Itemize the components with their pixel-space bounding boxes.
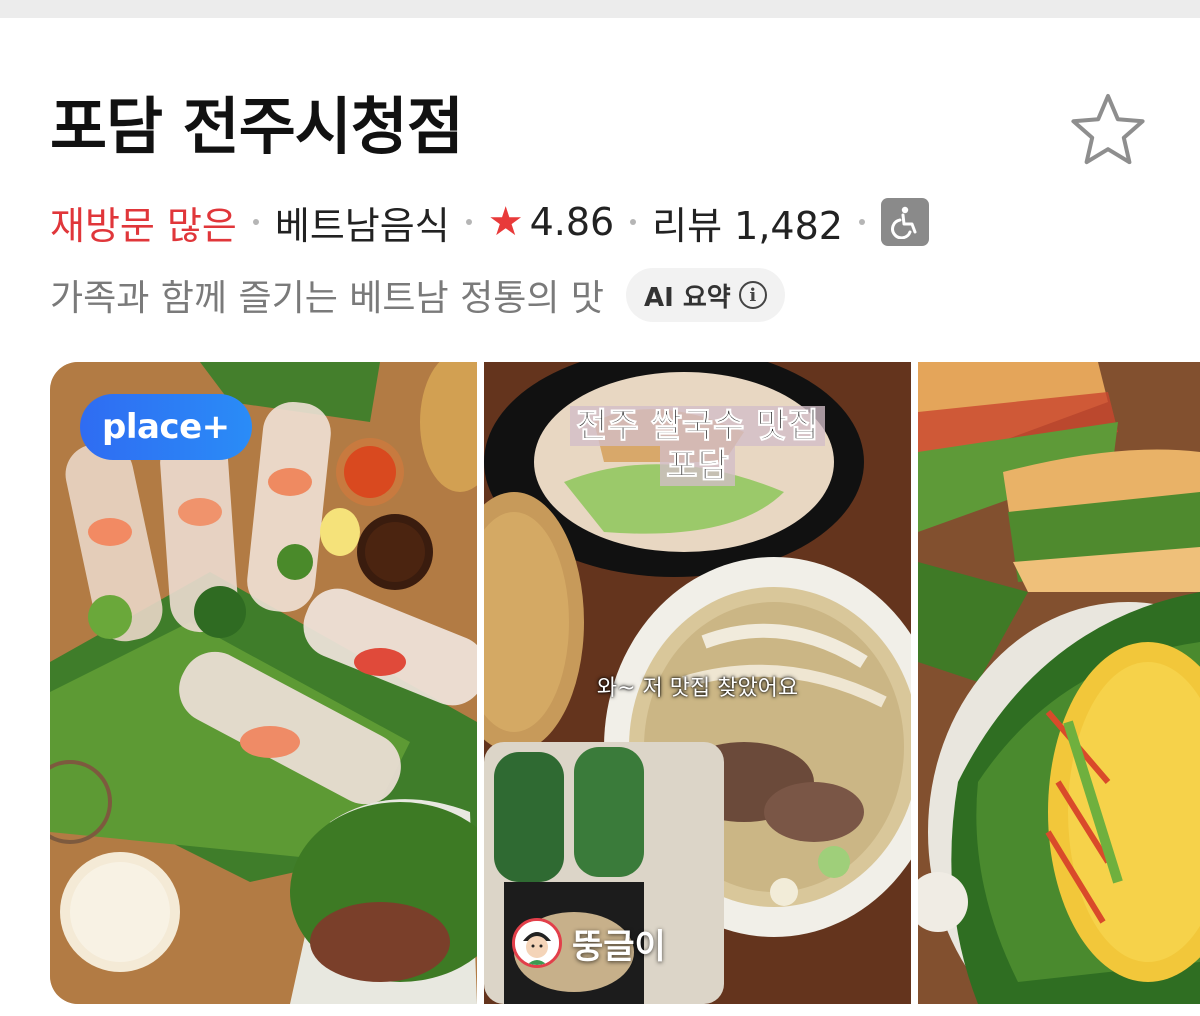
separator-dot	[252, 219, 259, 225]
separator-dot	[858, 219, 865, 225]
photo-gallery[interactable]: place+ 전주 쌀국수 맛집 포담 와~ 저 맛집 찾았어요 뚱글이	[50, 362, 1200, 1004]
video-caption-line1: 전주 쌀국수 맛집	[570, 406, 825, 447]
revisit-tag: 재방문 많은	[50, 203, 237, 248]
gallery-photo-banh-mi[interactable]	[918, 362, 1200, 1004]
gallery-video-pho[interactable]: 전주 쌀국수 맛집 포담 와~ 저 맛집 찾았어요 뚱글이	[484, 362, 911, 1004]
status-bar-strip	[0, 0, 1200, 18]
reviews-link[interactable]: 리뷰 1,482	[652, 195, 843, 250]
author-name: 뚱글이	[572, 926, 666, 967]
video-caption-line2: 포담	[660, 446, 735, 487]
gallery-photo-spring-rolls[interactable]: place+	[50, 362, 477, 1004]
wheelchair-icon	[880, 198, 929, 246]
separator-dot	[630, 219, 637, 225]
info-icon[interactable]: i	[738, 281, 767, 309]
favorite-star-icon[interactable]	[1068, 90, 1148, 170]
video-caption: 전주 쌀국수 맛집 포담	[484, 406, 911, 487]
place-plus-badge: place+	[80, 394, 252, 460]
video-subtitle: 와~ 저 맛집 찾았어요	[596, 676, 799, 701]
video-author[interactable]: 뚱글이	[512, 918, 666, 968]
category-label[interactable]: 베트남음식	[275, 195, 450, 250]
ai-summary-chip[interactable]: AI 요약 i	[626, 268, 785, 322]
rating-star-icon: ★	[487, 199, 524, 245]
ai-summary-label: AI 요약	[644, 282, 731, 313]
separator-dot	[465, 219, 472, 225]
author-avatar	[512, 918, 562, 968]
place-description: 가족과 함께 즐기는 베트남 정통의 맛	[50, 278, 605, 319]
place-title: 포담 전주시청점	[50, 90, 464, 163]
description-row: 가족과 함께 즐기는 베트남 정통의 맛 AI 요약 i	[50, 265, 785, 325]
meta-row: 재방문 많은 베트남음식 ★ 4.86 리뷰 1,482	[50, 192, 929, 252]
rating-value: 4.86	[529, 200, 615, 244]
